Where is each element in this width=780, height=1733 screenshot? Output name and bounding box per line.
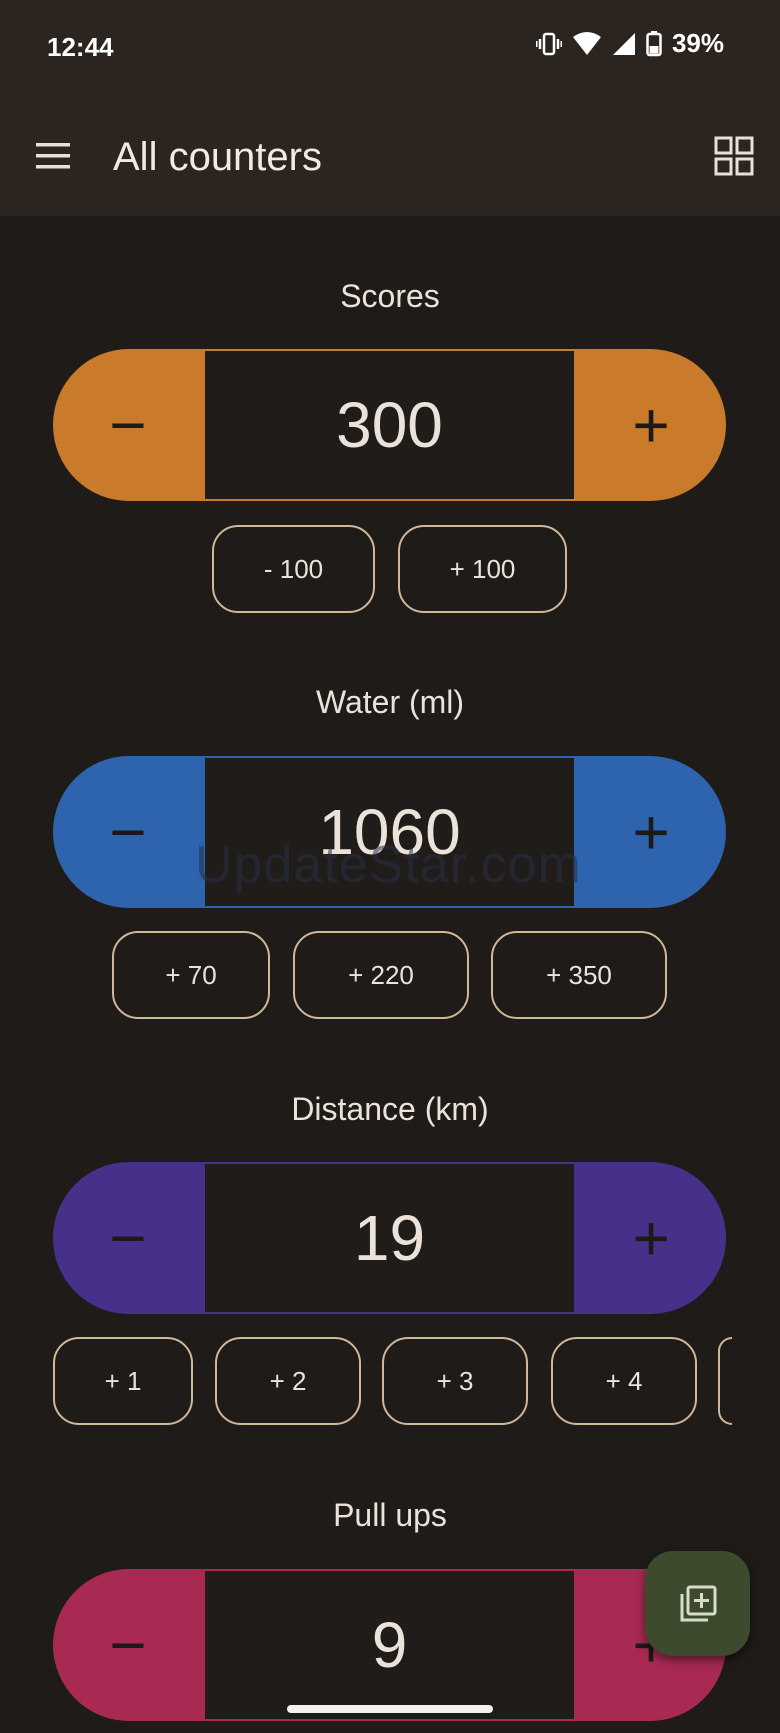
menu-button[interactable] — [34, 140, 74, 172]
status-time: 12:44 — [47, 32, 114, 62]
quick-step-button[interactable]: + 2 — [215, 1337, 361, 1425]
quick-step-button[interactable]: - 100 — [212, 525, 375, 613]
wifi-icon — [572, 31, 601, 55]
counter-title-pull-ups: Pull ups — [333, 1497, 447, 1533]
add-counter-fab[interactable] — [645, 1551, 750, 1656]
status-icons: 39% — [535, 28, 724, 59]
decrement-button[interactable]: − — [53, 756, 203, 908]
counter-value[interactable]: 1060 — [205, 758, 574, 906]
counter-value[interactable]: 9 — [205, 1571, 574, 1719]
counter-title-distance: Distance (km) — [291, 1091, 489, 1127]
decrement-button[interactable]: − — [53, 349, 203, 501]
vibrate-icon — [535, 32, 562, 55]
signal-icon — [612, 32, 635, 55]
add-counter-icon — [680, 1585, 716, 1621]
increment-button[interactable]: + — [576, 756, 726, 908]
quick-step-button[interactable]: + 100 — [398, 525, 567, 613]
counter-value[interactable]: 300 — [205, 351, 574, 499]
increment-button[interactable]: + — [576, 349, 726, 501]
counter-bar-pull-ups: − 9 + — [53, 1569, 726, 1721]
top-app-bar: 12:44 39% All counters — [0, 0, 780, 216]
decrement-button[interactable]: − — [53, 1162, 203, 1314]
menu-icon — [36, 143, 70, 169]
quick-step-button[interactable]: + 350 — [491, 931, 667, 1019]
quick-step-button[interactable]: + 3 — [382, 1337, 528, 1425]
decrement-button[interactable]: − — [53, 1569, 203, 1721]
home-indicator[interactable] — [287, 1705, 493, 1713]
counter-bar-distance: − 19 + — [53, 1162, 726, 1314]
counter-title-scores: Scores — [340, 278, 440, 314]
quick-step-button[interactable]: + 220 — [293, 931, 469, 1019]
quick-step-button[interactable]: + 70 — [112, 931, 270, 1019]
battery-percent: 39% — [671, 28, 724, 58]
battery-icon — [646, 30, 662, 56]
quick-step-button[interactable]: + 1 — [53, 1337, 193, 1425]
counter-bar-water: − 1060 + — [53, 756, 726, 908]
counter-value[interactable]: 19 — [205, 1164, 574, 1312]
increment-button[interactable]: + — [576, 1162, 726, 1314]
grid-view-icon — [714, 136, 754, 176]
quick-step-button[interactable]: + 4 — [551, 1337, 697, 1425]
page-title: All counters — [113, 135, 322, 179]
counter-bar-scores: − 300 + — [53, 349, 726, 501]
quick-step-button-partial[interactable] — [718, 1337, 732, 1425]
counter-title-water: Water (ml) — [315, 684, 465, 720]
grid-view-button[interactable] — [714, 136, 754, 176]
